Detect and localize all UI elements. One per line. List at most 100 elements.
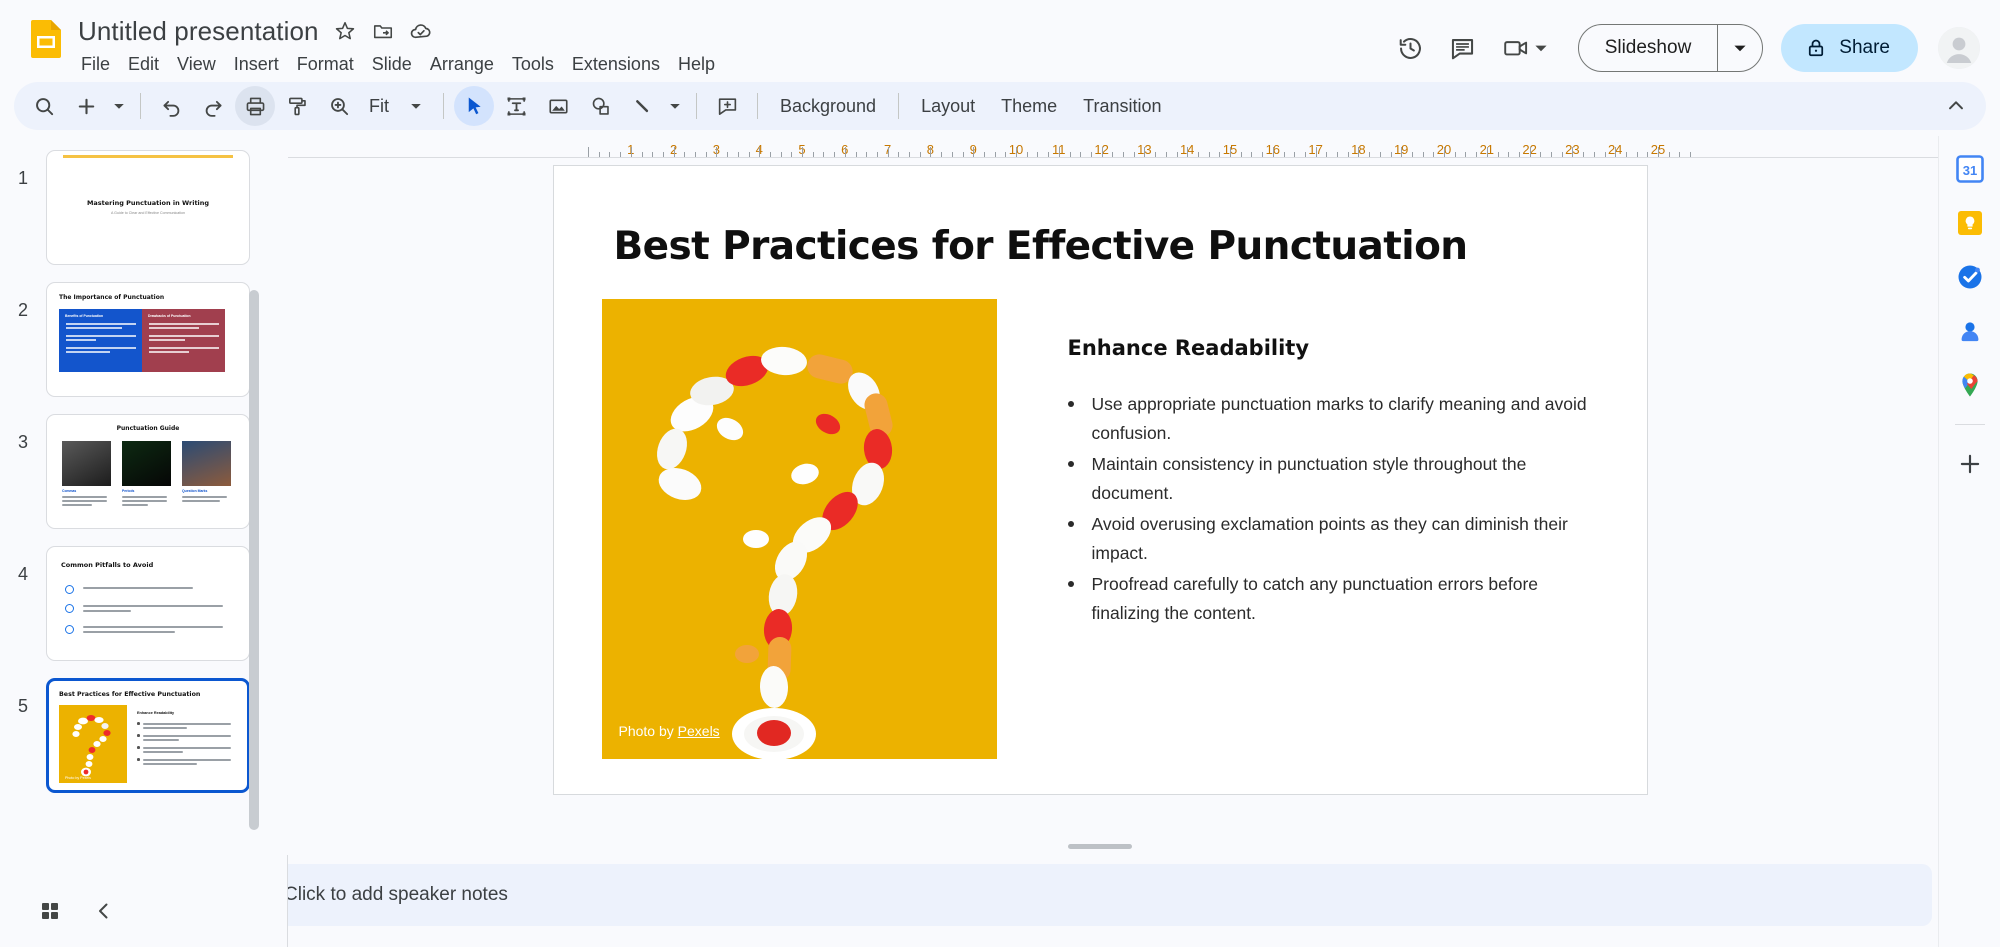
move-to-folder-icon[interactable] [371,19,395,43]
line-icon[interactable] [622,86,662,126]
paint-format-icon[interactable] [277,86,317,126]
theme-button[interactable]: Theme [989,90,1069,123]
zoom-icon[interactable] [319,86,359,126]
top-bar: Untitled presentation File Edit View Ins… [0,0,2000,82]
notes-resize-handle[interactable] [1068,844,1132,849]
menu-insert[interactable]: Insert [225,51,288,78]
filmstrip-item-1[interactable]: 1 Mastering Punctuation in Writing A Gui… [0,150,262,265]
filmstrip-footer [0,875,262,947]
print-icon[interactable] [235,86,275,126]
bullet-dot-icon [1067,401,1074,407]
divider [140,93,141,119]
speaker-notes-bar: Click to add speaker notes [262,855,1938,947]
google-tasks-icon[interactable] [1953,260,1987,294]
slide-thumbnail-selected[interactable]: Best Practices for Effective Punctuation [46,678,250,793]
add-addon-icon[interactable] [1953,447,1987,481]
divider [443,93,444,119]
slide-canvas[interactable]: Best Practices for Effective Punctuation [262,158,1938,855]
left-panel: Benefits of Punctuation [59,309,142,372]
document-title-block: Untitled presentation File Edit View Ins… [78,10,724,78]
body-heading: Enhance Readability [1067,336,1310,360]
filmstrip-item-4[interactable]: 4 Common Pitfalls to Avoid [0,546,262,661]
toolbar: Fit Background Layout Theme Transition [14,82,1986,130]
current-slide[interactable]: Best Practices for Effective Punctuation [552,165,1648,795]
version-history-icon[interactable] [1388,25,1434,71]
menu-arrange[interactable]: Arrange [421,51,503,78]
text-box-icon[interactable] [496,86,536,126]
background-button[interactable]: Background [768,90,888,123]
filmstrip-item-3[interactable]: 3 Punctuation Guide Commas Periods Quest… [0,414,262,529]
thumb-caption: Periods [122,489,135,493]
scrollbar-thumb[interactable] [249,290,259,830]
shape-icon[interactable] [580,86,620,126]
line-caret-icon[interactable] [664,86,686,126]
horizontal-ruler[interactable]: 1234567891011121314151617181920212223242… [288,136,1938,158]
menu-help[interactable]: Help [669,51,724,78]
menu-extensions[interactable]: Extensions [563,51,669,78]
zoom-level-value[interactable]: Fit [361,96,397,117]
slide-body[interactable]: Enhance Readability Use appropriate punc… [1067,336,1588,630]
join-call-icon[interactable] [1492,25,1556,71]
grid-view-icon[interactable] [28,889,72,933]
layout-button[interactable]: Layout [909,90,987,123]
undo-icon[interactable] [151,86,191,126]
cloud-saved-icon[interactable] [409,19,433,43]
zoom-level-caret-icon[interactable] [399,86,433,126]
slide-thumbnail[interactable]: Common Pitfalls to Avoid [46,546,250,661]
bullet-list: Use appropriate punctuation marks to cla… [1067,390,1588,627]
thumb-photo: Photo by Pexels [59,705,127,783]
comment-add-icon[interactable] [707,86,747,126]
slide-thumbnail[interactable]: The Importance of Punctuation Benefits o… [46,282,250,397]
menu-view[interactable]: View [168,51,225,78]
menu-bar: File Edit View Insert Format Slide Arran… [72,50,724,78]
speaker-notes-input[interactable]: Click to add speaker notes [262,864,1932,926]
collapse-filmstrip-icon[interactable] [82,889,126,933]
filmstrip-scrollbar[interactable] [249,150,259,865]
divider [696,93,697,119]
slide-thumbnail[interactable]: Mastering Punctuation in Writing A Guide… [46,150,250,265]
collapse-toolbar-icon[interactable] [1936,86,1976,126]
filmstrip-item-5[interactable]: 5 Best Practices for Effective Punctuati… [0,678,262,793]
bullet-text: Proofread carefully to catch any punctua… [1091,574,1539,623]
slide-thumbnail[interactable]: Punctuation Guide Commas Periods Questio… [46,414,250,529]
transition-button[interactable]: Transition [1071,90,1173,123]
menu-tools[interactable]: Tools [503,51,563,78]
filmstrip-item-2[interactable]: 2 The Importance of Punctuation Benefits… [0,282,262,397]
thumb-image [62,441,111,486]
photo-credit-link[interactable]: Pexels [678,723,720,739]
new-slide-icon[interactable] [66,86,106,126]
share-button[interactable]: Share [1781,24,1918,72]
share-label: Share [1839,37,1890,58]
thumb-title: Common Pitfalls to Avoid [61,561,154,569]
svg-text:Photo by Pexels: Photo by Pexels [65,776,91,780]
google-maps-icon[interactable] [1953,368,1987,402]
star-icon[interactable] [333,19,357,43]
menu-format[interactable]: Format [288,51,363,78]
slideshow-options-caret-icon[interactable] [1718,25,1762,71]
thumb-body-heading: Enhance Readability [137,711,175,715]
document-title[interactable]: Untitled presentation [78,16,319,47]
google-calendar-icon[interactable]: 31 [1953,152,1987,186]
search-icon[interactable] [24,86,64,126]
menu-file[interactable]: File [72,51,119,78]
comment-history-icon[interactable] [1440,25,1486,71]
redo-icon[interactable] [193,86,233,126]
insert-image-icon[interactable] [538,86,578,126]
photo-credit: Photo by Pexels [619,723,720,739]
new-slide-caret-icon[interactable] [108,86,130,126]
menu-slide[interactable]: Slide [363,51,421,78]
google-contacts-icon[interactable] [1953,314,1987,348]
menu-edit[interactable]: Edit [119,51,168,78]
divider [1954,424,1985,425]
main-area: 1 Mastering Punctuation in Writing A Gui… [0,136,2000,947]
slideshow-button[interactable]: Slideshow [1579,25,1718,71]
select-icon[interactable] [454,86,494,126]
google-keep-icon[interactable] [1953,206,1987,240]
slide-image[interactable]: Photo by Pexels [601,299,997,759]
avatar[interactable] [1938,27,1980,69]
svg-text:31: 31 [1962,163,1976,178]
google-slides-logo-icon [24,16,68,60]
bullet-dot-icon [1067,461,1074,468]
slide-title[interactable]: Best Practices for Effective Punctuation [614,224,1469,269]
right-panel: Drawbacks of Punctuation [142,309,225,372]
